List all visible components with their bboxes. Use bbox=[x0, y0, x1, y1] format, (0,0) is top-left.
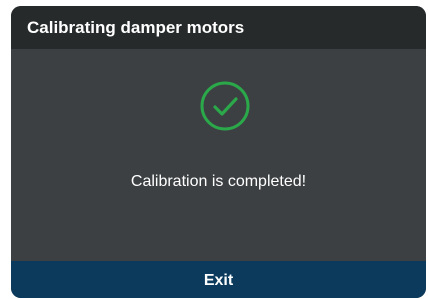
dialog-title: Calibrating damper motors bbox=[27, 18, 245, 37]
dialog-header: Calibrating damper motors bbox=[11, 6, 426, 49]
exit-button-label: Exit bbox=[203, 272, 234, 289]
exit-button[interactable]: Exit bbox=[11, 261, 426, 298]
check-circle-icon bbox=[199, 80, 251, 132]
calibration-dialog: Calibrating damper motors Calibration is… bbox=[11, 6, 426, 298]
status-message: Calibration is completed! bbox=[130, 173, 307, 190]
